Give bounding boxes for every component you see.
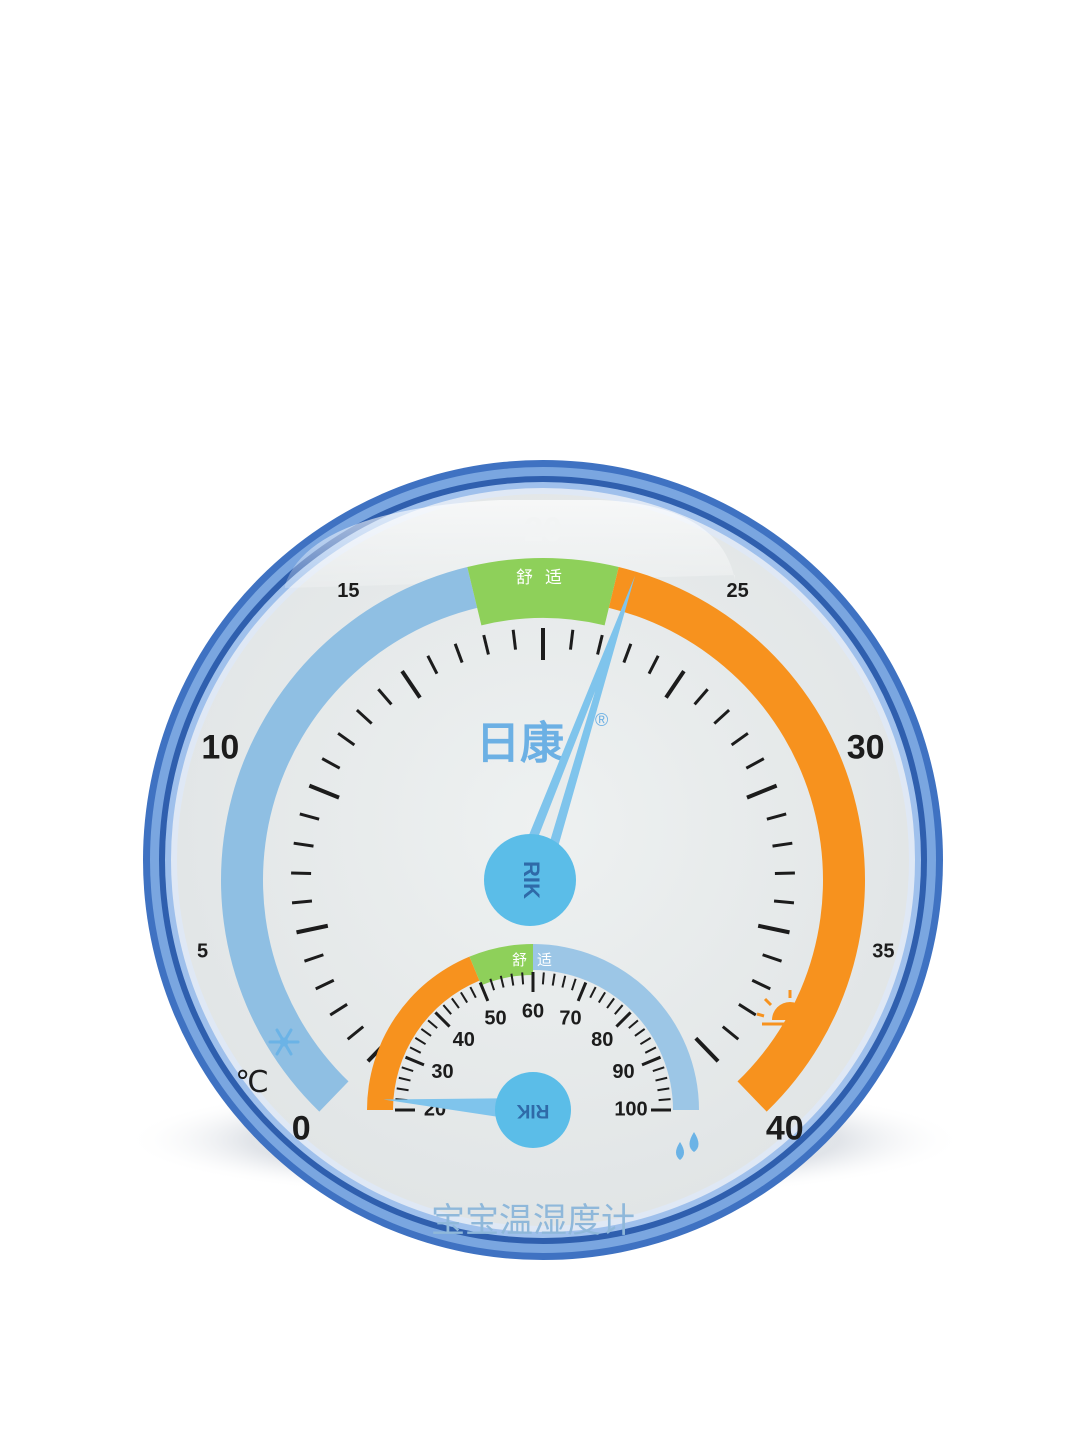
temperature-hub-logo: RIK — [519, 861, 544, 899]
registered-mark: ® — [595, 710, 608, 730]
humidity-label: 90 — [612, 1061, 634, 1083]
temperature-tick — [773, 899, 795, 905]
temperature-tick — [774, 871, 795, 876]
humidity-label: 30 — [431, 1061, 453, 1083]
temperature-label: 20 — [524, 511, 562, 549]
temperature-tick — [291, 899, 313, 905]
humidity-comfort-label: 舒适 — [512, 951, 562, 969]
temperature-label: 10 — [201, 729, 239, 767]
humidity-label: 60 — [522, 1000, 544, 1022]
humidity-hub-logo: RIK — [516, 1100, 549, 1121]
thermo-hygrometer-photo: 0510152025303540 舒适 日康 ® 20304050 60 70809… — [125, 460, 965, 1260]
humidity-tick — [521, 972, 525, 985]
humidity-label: 50 — [484, 1008, 506, 1030]
brand-mark: 日康 — [476, 718, 564, 769]
temperature-label: 30 — [847, 729, 885, 767]
temperature-hub: RIK — [484, 834, 576, 926]
humidity-label: 70 — [559, 1008, 581, 1030]
temperature-label: 0 — [292, 1109, 311, 1147]
humidity-label: 40 — [453, 1029, 475, 1051]
humidity-label: 80 — [591, 1029, 613, 1051]
product-name: 宝宝温湿度计 — [431, 1201, 635, 1241]
temperature-comfort-label: 舒适 — [516, 568, 574, 588]
temperature-label: 35 — [872, 941, 894, 963]
temperature-unit-label: ℃ — [235, 1065, 269, 1100]
humidity-label: 100 — [614, 1098, 647, 1120]
humidity-hub: RIK — [495, 1072, 571, 1148]
temperature-tick — [291, 871, 312, 876]
temperature-label: 40 — [766, 1109, 804, 1147]
temperature-label: 5 — [197, 941, 208, 963]
humidity-tick — [541, 972, 545, 985]
temperature-label: 15 — [337, 580, 359, 602]
temperature-label: 25 — [726, 580, 748, 602]
humidity-tick — [658, 1098, 671, 1102]
